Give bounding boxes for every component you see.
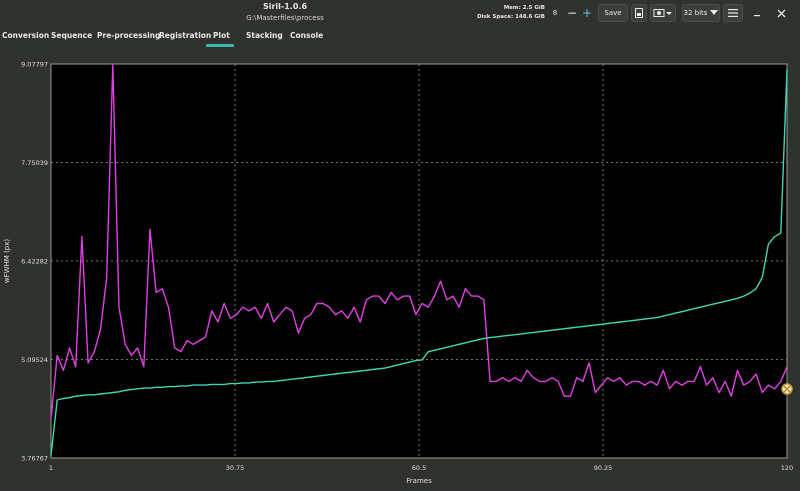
y-tick-label: 9.07797	[21, 61, 48, 69]
x-tick-label: 30.75	[226, 464, 245, 472]
x-tick-label: 90.25	[594, 464, 613, 472]
y-tick-label: 7.75039	[21, 159, 48, 167]
y-tick-label: 6.42282	[21, 258, 48, 266]
x-tick-label: 120	[781, 464, 793, 472]
x-axis-tick-labels: 1 30.75 60.5 90.25 120	[49, 464, 793, 472]
fwhm-plot-chart[interactable]: 3.76767 5.09524 6.42282 7.75039 9.07797 1 30.…	[0, 0, 800, 491]
x-tick-label: 1	[49, 464, 53, 472]
reference-frame-marker[interactable]	[781, 383, 793, 395]
x-axis-label: Frames	[406, 477, 432, 485]
x-tick-label: 60.5	[412, 464, 426, 472]
y-axis-tick-labels: 3.76767 5.09524 6.42282 7.75039 9.07797	[21, 61, 48, 463]
y-tick-label: 3.76767	[21, 455, 48, 463]
y-axis-label: wFWHM (px)	[3, 239, 11, 284]
y-tick-label: 5.09524	[21, 356, 48, 364]
